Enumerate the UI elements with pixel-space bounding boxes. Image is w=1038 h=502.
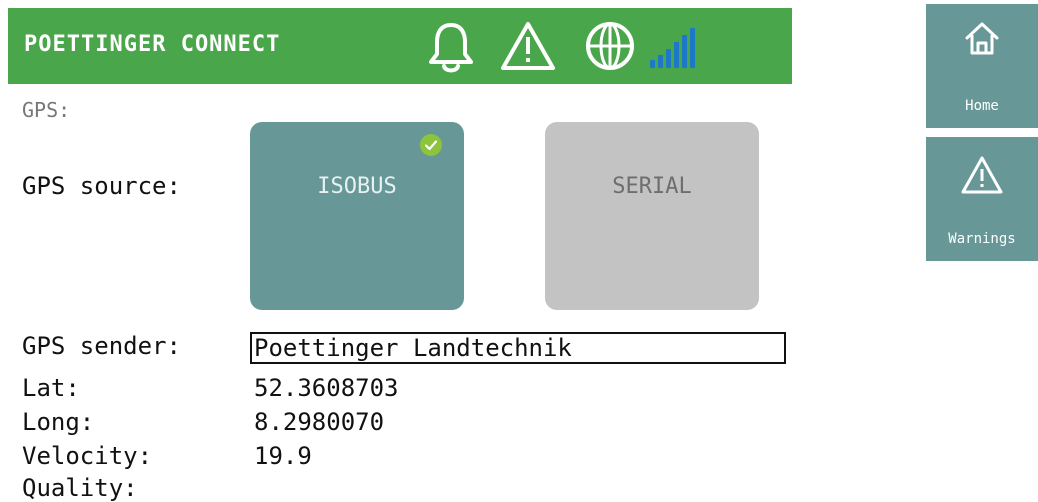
app-title: POETTINGER CONNECT — [24, 32, 281, 57]
gps-section-label: GPS: — [22, 98, 71, 122]
header-bar: POETTINGER CONNECT — [8, 8, 792, 84]
lat-value: 52.3608703 — [254, 374, 399, 402]
serial-label: SERIAL — [612, 174, 692, 199]
bell-icon[interactable] — [426, 20, 476, 74]
long-label: Long: — [22, 408, 95, 436]
gps-sender-label: GPS sender: — [22, 332, 181, 360]
serial-source-button[interactable]: SERIAL — [545, 122, 759, 310]
isobus-source-button[interactable]: ISOBUS — [250, 122, 464, 310]
globe-icon[interactable] — [584, 20, 636, 72]
warning-icon — [926, 155, 1038, 199]
sidebar-label-warnings: Warnings — [948, 231, 1016, 247]
long-value: 8.2980070 — [254, 408, 385, 436]
warning-icon[interactable] — [500, 20, 556, 72]
isobus-label: ISOBUS — [317, 174, 397, 199]
velocity-label: Velocity: — [22, 442, 153, 470]
velocity-value: 19.9 — [254, 442, 312, 470]
lat-label: Lat: — [22, 374, 80, 402]
selected-check-icon — [420, 134, 442, 156]
signal-strength-icon — [648, 24, 698, 72]
sidebar-item-home[interactable]: Home — [926, 4, 1038, 128]
sidebar-item-warnings[interactable]: Warnings — [926, 137, 1038, 261]
quality-label: Quality: — [22, 474, 138, 502]
home-icon — [926, 18, 1038, 62]
sidebar-label-home: Home — [965, 98, 999, 114]
gps-source-label: GPS source: — [22, 172, 181, 200]
gps-sender-field[interactable] — [250, 332, 786, 364]
